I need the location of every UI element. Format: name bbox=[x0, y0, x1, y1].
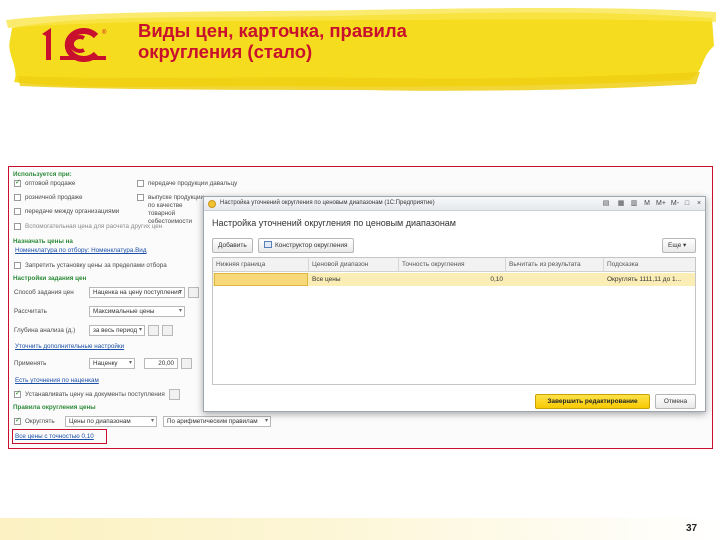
slide-number: 37 bbox=[686, 523, 698, 534]
apply-label: Применять bbox=[14, 360, 47, 367]
round-mode-select[interactable]: Цены по диапазонам bbox=[65, 416, 157, 427]
save-icon[interactable]: ▤ bbox=[600, 199, 612, 209]
rounding-constructor-button[interactable]: Конструктор округления bbox=[258, 238, 354, 253]
set-price-docs-label: Устанавливать цену на документы поступле… bbox=[25, 391, 165, 398]
calendar-icon[interactable]: ▥ bbox=[628, 199, 640, 209]
column-header[interactable]: Точность округления bbox=[399, 258, 506, 272]
depth-button-1[interactable] bbox=[148, 325, 159, 336]
checkbox-label: Вспомогательная цена для расчета других … bbox=[25, 223, 163, 230]
round-rule-select[interactable]: По арифметическим правилам bbox=[163, 416, 271, 427]
checkbox-intercompany[interactable] bbox=[14, 208, 21, 215]
depth-label: Глубина анализа (д.) bbox=[14, 327, 76, 334]
finish-editing-button[interactable]: Завершить редактирование bbox=[535, 394, 650, 409]
hint-cell[interactable]: Округлять 1111,11 до 1... bbox=[604, 273, 695, 286]
method-open-button[interactable] bbox=[188, 287, 199, 298]
column-header[interactable]: Вычитать из результата bbox=[506, 258, 604, 272]
table-row[interactable]: Все цены 0,10 Округлять 1111,11 до 1... bbox=[213, 273, 695, 286]
column-header[interactable]: Ценовой диапазон bbox=[309, 258, 399, 272]
footer-band bbox=[0, 518, 720, 540]
1c-app-icon bbox=[208, 200, 216, 208]
constructor-icon bbox=[264, 241, 272, 248]
dialog-heading: Настройка уточнений округления по ценовы… bbox=[212, 218, 456, 228]
memory-minus-button[interactable]: M- bbox=[669, 199, 681, 209]
checkbox-label: розничной продаже bbox=[25, 194, 83, 201]
1c-logo: ® bbox=[42, 28, 107, 62]
clarify-markups-link[interactable]: Есть уточнения по наценкам bbox=[15, 377, 99, 384]
column-header[interactable]: Нижняя граница bbox=[213, 258, 309, 272]
method-select[interactable]: Наценка на цену поступления bbox=[89, 287, 185, 298]
memory-button[interactable]: M bbox=[641, 199, 653, 209]
slide: ® Виды цен, карточка, правила округления… bbox=[0, 0, 720, 540]
page-title: Виды цен, карточка, правила округления (… bbox=[138, 20, 407, 62]
set-price-docs-button[interactable] bbox=[169, 389, 180, 400]
checkbox-label: передаче между организациями bbox=[25, 208, 120, 215]
table-header: Нижняя граница Ценовой диапазон Точность… bbox=[213, 258, 695, 272]
group-used-for: Используется при: bbox=[13, 171, 72, 178]
method-label: Способ задания цен bbox=[14, 289, 74, 296]
memory-plus-button[interactable]: M+ bbox=[655, 199, 667, 209]
more-button[interactable]: Еще ▾ bbox=[662, 238, 696, 253]
checkbox-label: передаче продукции давальцу bbox=[148, 180, 238, 187]
dialog-titlebar: Настройка уточнений округления по ценовы… bbox=[204, 197, 705, 211]
checkbox-wholesale[interactable] bbox=[14, 178, 21, 187]
depth-button-2[interactable] bbox=[162, 325, 173, 336]
cancel-button[interactable]: Отмена bbox=[655, 394, 696, 409]
column-header[interactable]: Подсказка bbox=[604, 258, 695, 272]
group-rounding-rules: Правила округления цены bbox=[13, 404, 96, 411]
maximize-button[interactable]: □ bbox=[681, 199, 693, 209]
apply-select[interactable]: Наценку bbox=[89, 358, 135, 369]
highlight-frame bbox=[12, 429, 107, 444]
add-button[interactable]: Добавить bbox=[212, 238, 253, 253]
extra-settings-link[interactable]: Уточнить дополнительные настройки bbox=[15, 343, 124, 350]
checkbox-set-price-docs[interactable] bbox=[14, 389, 21, 398]
rounding-constructor-label: Конструктор округления bbox=[275, 242, 348, 249]
apply-amount-field[interactable]: 20,00 bbox=[144, 358, 178, 369]
group-assign-prices: Назначать цены на bbox=[13, 238, 73, 245]
rounding-settings-dialog: Настройка уточнений округления по ценовы… bbox=[203, 196, 706, 412]
depth-select[interactable]: за весь период bbox=[89, 325, 145, 336]
apply-amount-button[interactable] bbox=[181, 358, 192, 369]
chevron-down-icon: ▾ bbox=[683, 242, 687, 249]
subtract-cell[interactable] bbox=[506, 273, 604, 286]
calculator-icon[interactable]: ▦ bbox=[615, 199, 627, 209]
precision-cell[interactable]: 0,10 bbox=[399, 273, 506, 286]
dialog-window-title: Настройка уточнений округления по ценовы… bbox=[220, 200, 435, 206]
close-button[interactable]: × bbox=[693, 199, 705, 209]
checkbox-round[interactable] bbox=[14, 416, 21, 425]
calc-label: Рассчитать bbox=[14, 308, 47, 315]
checkbox-forbid-manual[interactable] bbox=[14, 262, 21, 269]
more-label: Еще bbox=[668, 242, 682, 249]
forbid-manual-label: Запретить установку цены за пределами от… bbox=[25, 262, 167, 269]
checkbox-auxiliary[interactable] bbox=[14, 223, 21, 230]
round-label: Округлять bbox=[25, 418, 55, 425]
checkbox-tolling[interactable] bbox=[137, 180, 144, 187]
checkbox-label: выпуске продукции по качестве товарной с… bbox=[148, 194, 205, 225]
checkbox-production[interactable] bbox=[137, 194, 144, 201]
group-price-calc: Настройки задания цен bbox=[13, 275, 87, 282]
checkbox-retail[interactable] bbox=[14, 194, 21, 201]
range-cell[interactable]: Все цены bbox=[309, 273, 399, 286]
checkbox-label: оптовой продаже bbox=[25, 180, 76, 187]
calc-select[interactable]: Максимальные цены bbox=[89, 306, 185, 317]
svg-text:®: ® bbox=[102, 29, 107, 36]
assign-filter-link[interactable]: Номенклатура по отбору: Номенклатура.Вид bbox=[15, 247, 147, 254]
rounding-table: Нижняя граница Ценовой диапазон Точность… bbox=[212, 257, 696, 385]
lower-bound-cell[interactable] bbox=[214, 273, 308, 286]
